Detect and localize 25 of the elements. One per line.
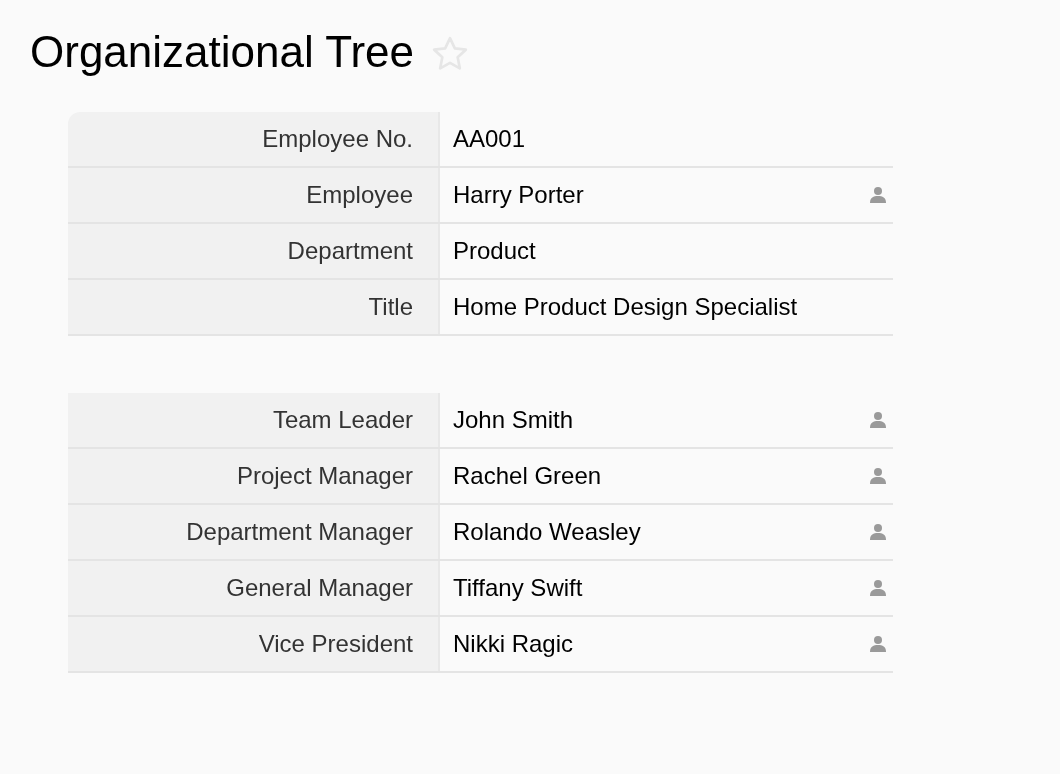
person-icon[interactable] (869, 186, 887, 204)
field-value: Rolando Weasley (453, 517, 641, 547)
field-value: Product (453, 236, 536, 266)
field-value: Home Product Design Specialist (453, 292, 798, 322)
field-label: Employee (68, 168, 440, 222)
field-label: Project Manager (68, 449, 440, 503)
page-title: Organizational Tree (30, 26, 414, 78)
field-value: John Smith (453, 405, 574, 435)
field-label: Team Leader (68, 393, 440, 447)
field-label: General Manager (68, 561, 440, 615)
person-icon[interactable] (869, 411, 887, 429)
field-value: Rachel Green (453, 461, 602, 491)
field-label: Employee No. (68, 112, 440, 166)
field-value: Tiffany Swift (453, 573, 583, 603)
field-value: Harry Porter (453, 180, 584, 210)
person-icon[interactable] (869, 579, 887, 597)
field-value: AA001 (453, 124, 526, 154)
person-icon[interactable] (869, 523, 887, 541)
field-label: Title (68, 280, 440, 334)
field-label: Vice President (68, 617, 440, 671)
person-icon[interactable] (869, 467, 887, 485)
person-icon[interactable] (869, 635, 887, 653)
field-value: Nikki Ragic (453, 629, 574, 659)
field-label: Department (68, 224, 440, 278)
field-label: Department Manager (68, 505, 440, 559)
